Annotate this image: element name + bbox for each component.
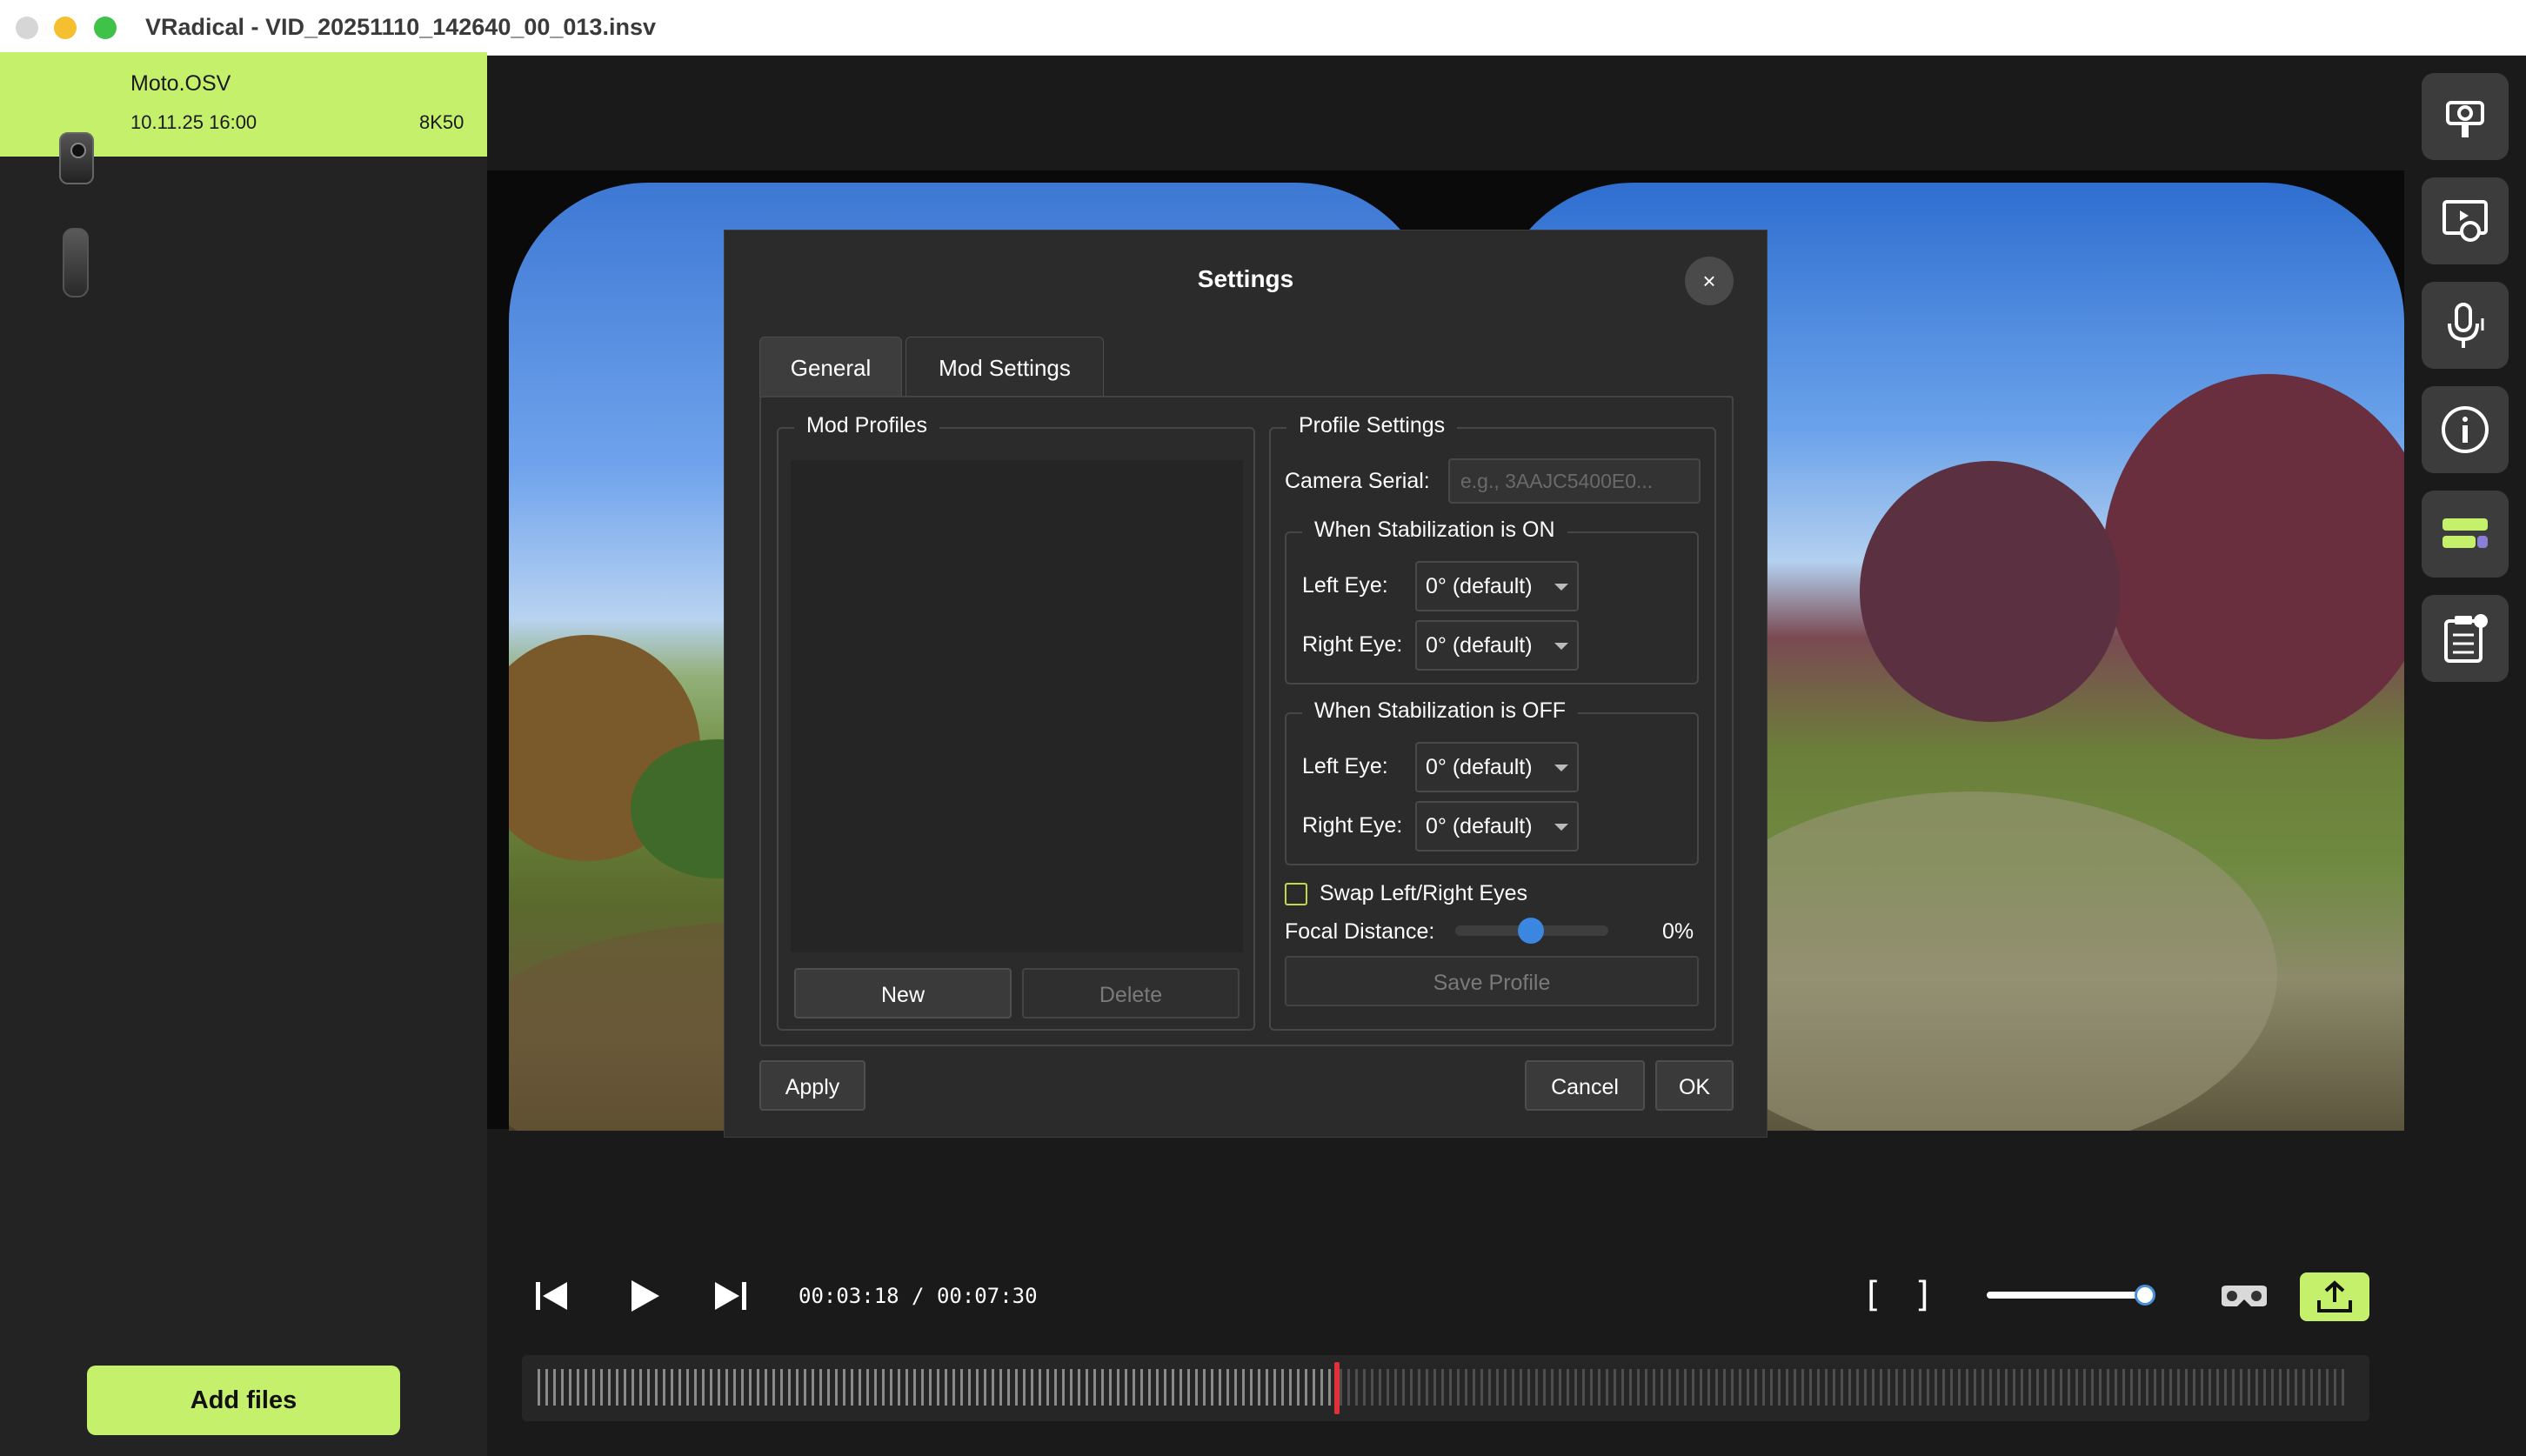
settings-dialog: Settings × General Mod Settings Mod Prof…: [724, 230, 1768, 1138]
delete-profile-button[interactable]: Delete: [1022, 968, 1240, 1019]
timeline-playhead[interactable]: [1334, 1362, 1340, 1414]
swap-eyes-label: Swap Left/Right Eyes: [1320, 881, 1528, 905]
dialog-title: Settings: [1197, 265, 1294, 292]
ok-button[interactable]: OK: [1655, 1060, 1734, 1111]
mod-profiles-group: Mod Profiles New Delete: [777, 413, 1255, 1031]
save-profile-button[interactable]: Save Profile: [1285, 956, 1699, 1006]
stab-off-right-eye-select[interactable]: 0° (default): [1415, 801, 1579, 852]
window-titlebar: VRadical - VID_20251110_142640_00_013.in…: [0, 0, 2526, 56]
zoom-slider-track[interactable]: [1987, 1292, 2147, 1299]
video-settings-button[interactable]: [2422, 177, 2509, 264]
camera-serial-label: Camera Serial:: [1285, 469, 1430, 493]
swap-eyes-checkbox[interactable]: [1285, 883, 1307, 905]
mod-profiles-title: Mod Profiles: [794, 413, 939, 438]
stabilization-off-title: When Stabilization is OFF: [1302, 698, 1578, 724]
stab-off-left-eye-label: Left Eye:: [1302, 754, 1388, 778]
layout-button[interactable]: [2422, 491, 2509, 578]
stab-on-left-eye-label: Left Eye:: [1302, 573, 1388, 598]
focal-distance-knob[interactable]: [1518, 918, 1544, 944]
new-profile-button[interactable]: New: [794, 968, 1012, 1019]
window-close-button[interactable]: [16, 17, 38, 39]
window-maximize-button[interactable]: [94, 17, 117, 39]
timeline-scrubber[interactable]: [522, 1355, 2369, 1421]
focal-distance-value: 0%: [1662, 919, 1694, 944]
vr-headset-icon[interactable]: [2218, 1280, 2270, 1312]
mod-profiles-list[interactable]: [791, 460, 1243, 952]
zoom-slider-knob[interactable]: [2135, 1285, 2155, 1306]
mark-out-button[interactable]: ]: [1915, 1275, 1929, 1315]
skip-forward-icon[interactable]: [712, 1279, 750, 1313]
camera-serial-input[interactable]: e.g., 3AAJC5400E0...: [1448, 458, 1701, 504]
stab-off-left-eye-select[interactable]: 0° (default): [1415, 742, 1579, 792]
stab-off-right-eye-label: Right Eye:: [1302, 813, 1403, 838]
dialog-close-button[interactable]: ×: [1685, 257, 1734, 305]
window-title: VRadical - VID_20251110_142640_00_013.in…: [145, 14, 656, 40]
tab-mod-settings[interactable]: Mod Settings: [905, 337, 1104, 397]
audio-button[interactable]: [2422, 282, 2509, 369]
microphone-audio-icon: [2448, 303, 2484, 348]
video-settings-icon: [2442, 200, 2488, 242]
file-date: 10.11.25 16:00: [130, 111, 257, 133]
export-button[interactable]: [2300, 1272, 2369, 1321]
task-list-button[interactable]: [2422, 595, 2509, 682]
profile-settings-title: Profile Settings: [1286, 413, 1458, 438]
file-resolution: 8K50: [419, 111, 464, 133]
layout-bars-icon: [2442, 518, 2488, 548]
stab-on-right-eye-label: Right Eye:: [1302, 632, 1403, 657]
stabilization-on-title: When Stabilization is ON: [1302, 518, 1567, 543]
camera-rig-button[interactable]: [2422, 73, 2509, 160]
info-icon: [2442, 406, 2489, 453]
timeline-ticks-remaining: [1340, 1369, 2347, 1406]
camera-device-icon: [63, 228, 89, 297]
focal-distance-label: Focal Distance:: [1285, 919, 1435, 944]
camera-thumbnail-icon: [59, 132, 94, 184]
add-files-button[interactable]: Add files: [87, 1366, 400, 1435]
window-minimize-button[interactable]: [54, 17, 77, 39]
info-button[interactable]: [2422, 386, 2509, 473]
stab-on-left-eye-select[interactable]: 0° (default): [1415, 561, 1579, 611]
tab-general[interactable]: General: [759, 337, 902, 397]
timecode-display: 00:03:18 / 00:07:30: [799, 1284, 1038, 1308]
apply-button[interactable]: Apply: [759, 1060, 865, 1111]
mark-in-button[interactable]: [: [1867, 1275, 1881, 1315]
cancel-button[interactable]: Cancel: [1525, 1060, 1645, 1111]
stab-on-right-eye-select[interactable]: 0° (default): [1415, 620, 1579, 671]
play-icon[interactable]: [625, 1277, 663, 1315]
skip-back-icon[interactable]: [532, 1279, 571, 1313]
camera-rig-icon: [2446, 101, 2484, 137]
upload-icon: [2317, 1280, 2352, 1312]
clipboard-list-icon: [2444, 614, 2488, 663]
file-name: Moto.OSV: [130, 71, 231, 96]
